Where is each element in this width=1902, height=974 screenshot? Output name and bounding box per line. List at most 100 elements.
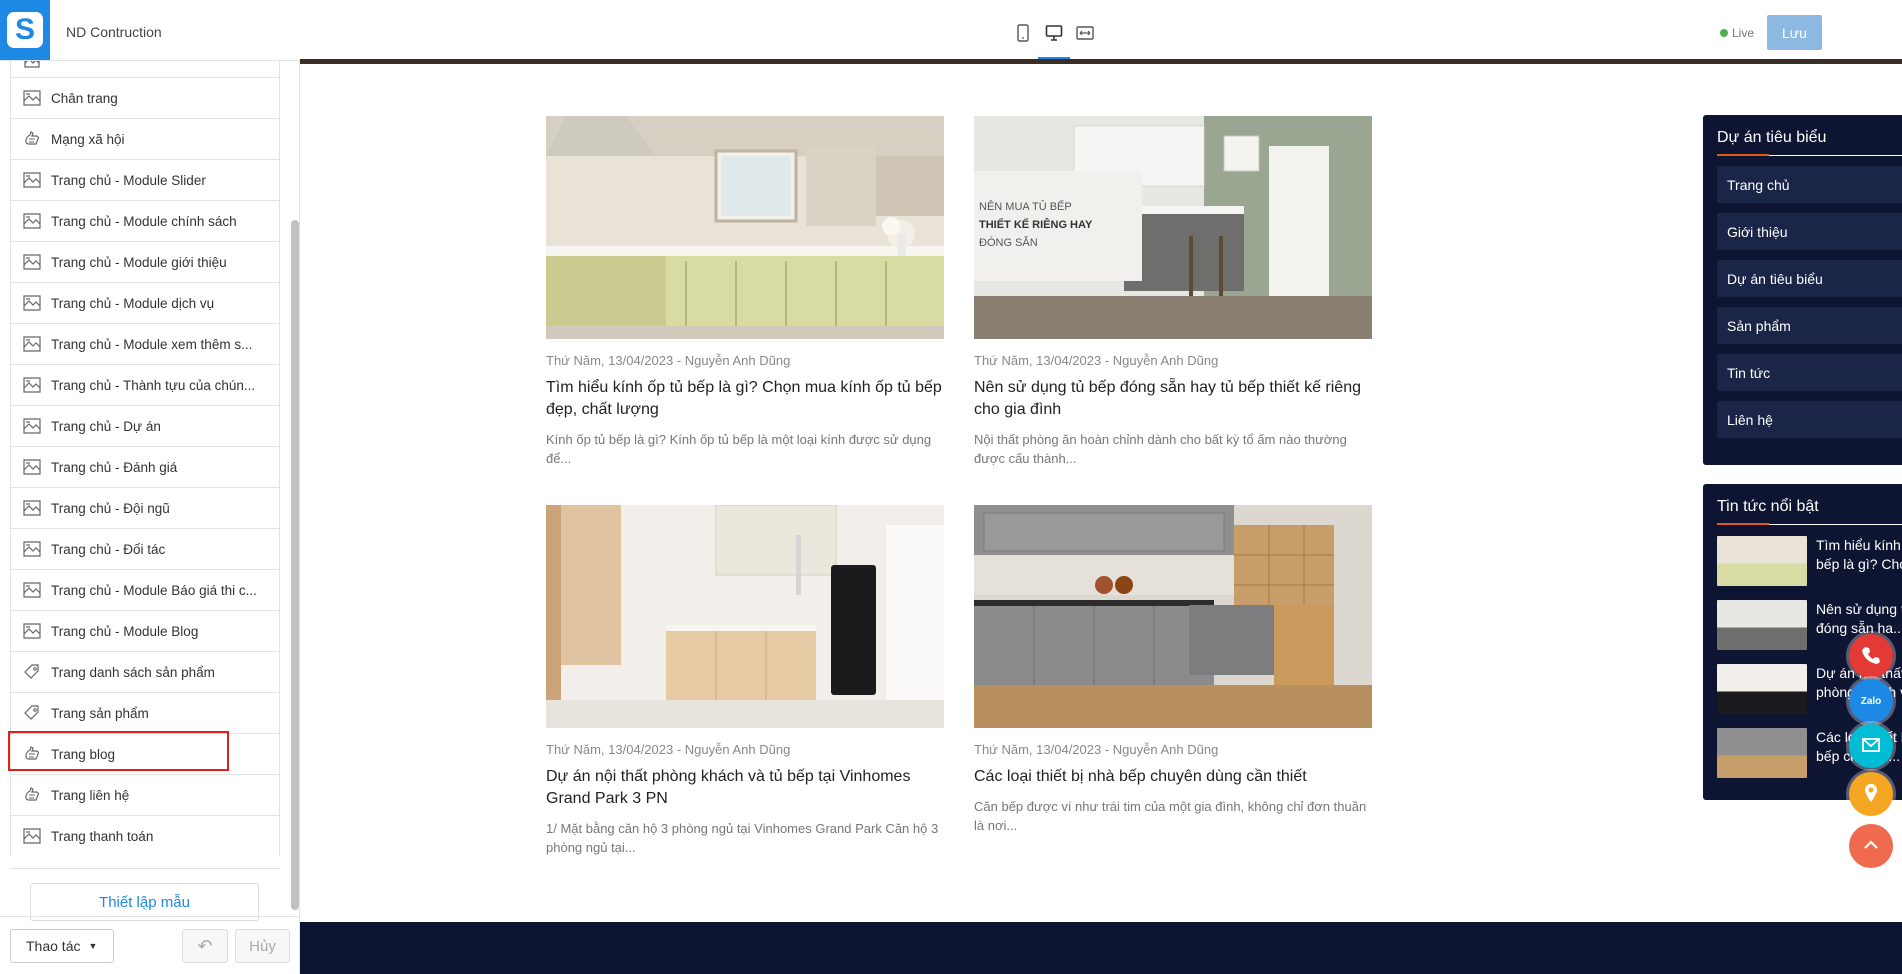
site-name: ND Contruction — [66, 24, 162, 40]
layout-image-icon — [21, 825, 43, 847]
widget-menu-label: Dự án tiêu biểu — [1727, 270, 1823, 287]
divider — [0, 916, 300, 917]
actions-dropdown[interactable]: Thao tác ▼ — [10, 929, 114, 963]
sidebar-item[interactable]: Trang chủ - Module Slider — [10, 160, 280, 201]
sidebar-item[interactable]: Trang chủ - Module giới thiệu — [10, 242, 280, 283]
widget-menu-item[interactable]: Tin tức — [1717, 354, 1902, 391]
caret-down-icon: ▼ — [88, 941, 98, 951]
zalo-button[interactable]: Zalo — [1849, 679, 1893, 723]
sidebar-item-label: Trang chủ - Dự án — [51, 418, 161, 434]
app-logo[interactable]: S — [0, 0, 50, 60]
scroll-top-button[interactable] — [1849, 824, 1893, 868]
sidebar: S ND Contruction Chân trang Mạng xã hội Tr… — [0, 0, 300, 974]
sidebar-item[interactable]: Trang chủ - Đối tác — [10, 529, 280, 570]
sidebar-item[interactable]: Trang chủ - Module chính sách — [10, 201, 280, 242]
widget-menu-item[interactable]: Sản phẩm▼ — [1717, 307, 1902, 344]
post-meta: Thứ Năm, 13/04/2023 - Nguyễn Anh Dũng — [546, 353, 791, 368]
widget-menu-item[interactable]: Dự án tiêu biểu▼ — [1717, 260, 1902, 297]
phone-button[interactable] — [1849, 634, 1893, 678]
sidebar-scrollbar[interactable] — [291, 220, 299, 910]
hand-icon — [21, 784, 43, 806]
post-image[interactable] — [974, 505, 1372, 728]
tag-icon — [21, 661, 43, 683]
actions-label: Thao tác — [26, 938, 81, 954]
phone-icon — [1860, 644, 1882, 669]
sidebar-header: S ND Contruction — [0, 0, 300, 61]
widget-menu-item[interactable]: Trang chủ — [1717, 166, 1902, 203]
news-thumbnail[interactable] — [1717, 728, 1807, 778]
blog-card[interactable]: Thứ Năm, 13/04/2023 - Nguyễn Anh Dũng Dự… — [546, 505, 944, 857]
sidebar-item-label: Trang danh sách sản phẩm — [51, 664, 215, 680]
news-thumbnail[interactable] — [1717, 664, 1807, 714]
post-title[interactable]: Các loại thiết bị nhà bếp chuyên dùng cầ… — [974, 766, 1372, 788]
widget-menu: Trang chủ Giới thiệu Dự án tiêu biểu▼ Sản p… — [1717, 166, 1902, 438]
blog-card[interactable]: Thứ Năm, 13/04/2023 - Nguyễn Anh Dũng Cá… — [974, 505, 1372, 835]
mail-icon — [1860, 734, 1882, 759]
blog-card[interactable]: Thứ Năm, 13/04/2023 - Nguyễn Anh Dũng Tì… — [546, 116, 944, 468]
desktop-icon[interactable] — [1041, 20, 1067, 46]
editor-topbar: Live Lưu — [300, 0, 1902, 61]
widget-menu-label: Sản phẩm — [1727, 317, 1791, 334]
sidebar-item[interactable]: Trang chủ - Thành tựu của chún... — [10, 365, 280, 406]
post-title[interactable]: Dự án nội thất phòng khách và tủ bếp tại… — [546, 766, 944, 810]
layout-image-icon — [21, 538, 43, 560]
sidebar-item-label: Trang chủ - Thành tựu của chún... — [51, 377, 256, 393]
live-dot — [1720, 29, 1728, 37]
sidebar-item[interactable]: Trang chủ - Module Blog — [10, 611, 280, 652]
undo-icon: ↶ — [197, 935, 213, 956]
sidebar-item[interactable]: Trang danh sách sản phẩm — [10, 652, 280, 693]
widget-menu-label: Tin tức — [1727, 364, 1771, 381]
layout-image-icon — [21, 620, 43, 642]
sidebar-item[interactable]: Trang sản phẩm — [10, 693, 280, 734]
sidebar-item-label: Trang chủ - Module Slider — [51, 172, 206, 188]
news-title[interactable]: Tìm hiểu kính ốp tủ bếp là gì? Chọn... — [1816, 536, 1902, 589]
sidebar-item[interactable]: Trang chủ - Dự án — [10, 406, 280, 447]
sidebar-item-label: Chân trang — [51, 90, 118, 106]
sidebar-item[interactable]: Trang liên hệ — [10, 775, 280, 816]
image-caption-line: ĐÓNG SẴN — [979, 237, 1038, 249]
post-excerpt: 1/ Mặt bằng căn hộ 3 phòng ngủ tại Vinho… — [546, 821, 939, 855]
widget-menu-item[interactable]: Liên hệ — [1717, 401, 1902, 438]
widget-title: Tin tức nổi bật — [1717, 498, 1902, 525]
mail-button[interactable] — [1849, 724, 1893, 768]
post-image[interactable] — [546, 116, 944, 339]
post-title[interactable]: Tìm hiểu kính ốp tủ bếp là gì? Chọn mua … — [546, 377, 944, 421]
sidebar-item-label: Mạng xã hội — [51, 131, 125, 147]
sidebar-item[interactable]: Trang thanh toán — [10, 816, 280, 856]
save-button[interactable]: Lưu — [1767, 15, 1822, 50]
sidebar-item-label: Trang chủ - Module Báo giá thi c... — [51, 582, 257, 598]
post-image[interactable]: NÊN MUA TỦ BẾP THIẾT KẾ RIÊNG HAY ĐÓNG S… — [974, 116, 1372, 339]
news-item[interactable]: Tìm hiểu kính ốp tủ bếp là gì? Chọn... — [1717, 536, 1902, 589]
sidebar-item[interactable]: Trang chủ - Module dịch vụ — [10, 283, 280, 324]
image-caption-line: THIẾT KẾ RIÊNG HAY — [979, 219, 1093, 231]
sidebar-item[interactable]: Trang chủ - Đánh giá — [10, 447, 280, 488]
page-footer — [300, 922, 1902, 974]
sidebar-item[interactable]: Trang chủ - Đội ngũ — [10, 488, 280, 529]
layout-image-icon — [21, 251, 43, 273]
blog-card[interactable]: NÊN MUA TỦ BẾP THIẾT KẾ RIÊNG HAY ĐÓNG S… — [974, 116, 1372, 468]
layout-image-icon — [21, 87, 43, 109]
news-thumbnail[interactable] — [1717, 536, 1807, 586]
location-button[interactable] — [1849, 772, 1893, 816]
scroll-top-icon — [1860, 834, 1882, 859]
post-meta: Thứ Năm, 13/04/2023 - Nguyễn Anh Dũng — [974, 353, 1219, 368]
sidebar-item[interactable]: Mạng xã hội — [10, 119, 280, 160]
post-excerpt: Căn bếp được ví như trái tim của một gia… — [974, 799, 1367, 833]
mobile-icon[interactable] — [1010, 20, 1036, 46]
sidebar-item[interactable]: Trang chủ - Module Báo giá thi c... — [10, 570, 280, 611]
sidebar-item-label: Trang chủ - Module dịch vụ — [51, 295, 215, 311]
fullwidth-icon[interactable] — [1072, 20, 1098, 46]
location-icon — [1860, 782, 1882, 807]
cancel-button[interactable]: Hủy — [235, 929, 290, 963]
post-image[interactable] — [546, 505, 944, 728]
news-thumbnail[interactable] — [1717, 600, 1807, 650]
post-title[interactable]: Nên sử dụng tủ bếp đóng sẵn hay tủ bếp t… — [974, 377, 1372, 421]
sidebar-item[interactable]: Trang chủ - Module xem thêm s... — [10, 324, 280, 365]
sidebar-item-label: Trang liên hệ — [51, 787, 130, 803]
live-indicator: Live — [1720, 26, 1754, 40]
undo-button[interactable]: ↶ — [182, 929, 228, 963]
layout-image-icon — [21, 456, 43, 478]
sidebar-item[interactable]: Chân trang — [10, 78, 280, 119]
featured-projects-widget: Dự án tiêu biểu Trang chủ Giới thiệu Dự án… — [1703, 115, 1902, 465]
widget-menu-item[interactable]: Giới thiệu — [1717, 213, 1902, 250]
